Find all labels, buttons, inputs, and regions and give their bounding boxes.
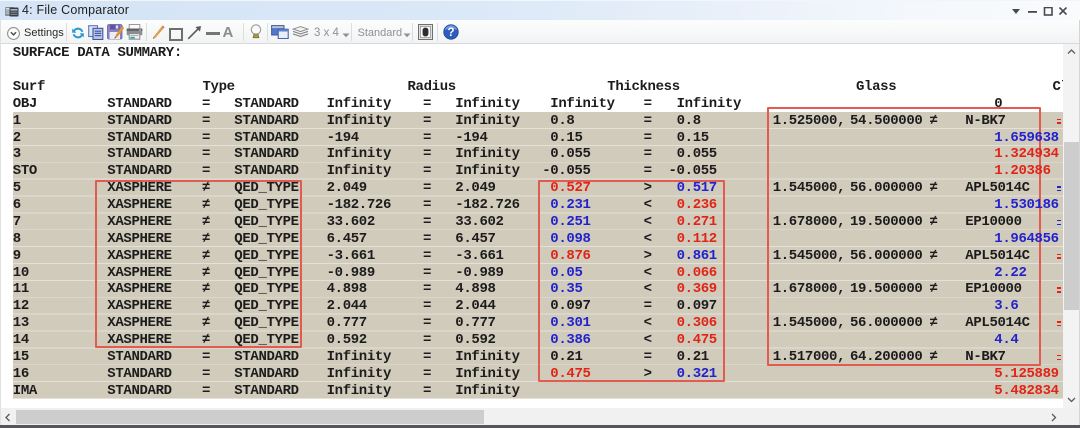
svg-text:?: ? [447, 27, 454, 39]
